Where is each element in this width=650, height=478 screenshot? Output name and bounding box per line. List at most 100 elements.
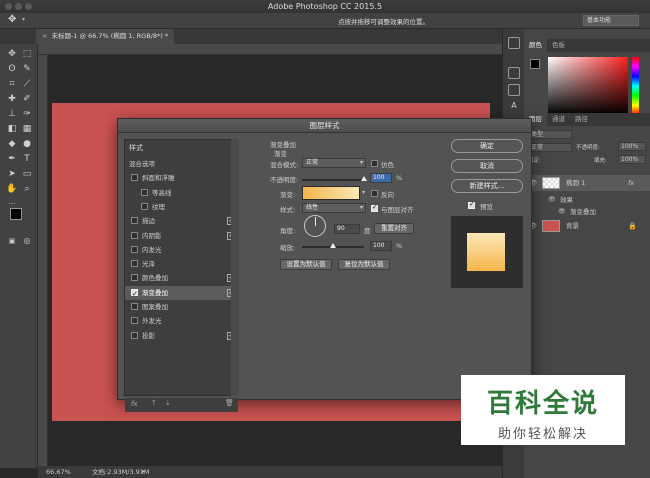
gradient-picker[interactable] <box>302 186 360 200</box>
move-tool-icon[interactable]: ✥ <box>8 14 16 25</box>
panel-foreground-swatch[interactable] <box>530 59 540 69</box>
default-colors-icon[interactable]: ▣ <box>5 234 19 248</box>
adjustments-icon[interactable] <box>508 84 520 96</box>
tab-paths[interactable]: 路径 <box>570 113 593 126</box>
style-item[interactable]: 图案叠加 <box>125 300 238 314</box>
reset-default-button[interactable]: 复位为默认值 <box>338 259 390 270</box>
zoom-window-button[interactable] <box>25 3 32 10</box>
character-icon[interactable]: A <box>508 101 520 113</box>
style-list-scrollbar[interactable] <box>231 139 239 396</box>
move-up-icon[interactable]: ⇡ <box>151 399 157 407</box>
style-item[interactable]: 颜色叠加+ <box>125 271 238 285</box>
style-item-checkbox[interactable] <box>141 202 148 210</box>
dodge-icon[interactable]: ● <box>20 137 34 151</box>
style-item[interactable]: 混合选项 <box>125 157 238 171</box>
style-item[interactable]: 描边+ <box>125 214 238 228</box>
style-select[interactable]: 线性 <box>302 203 366 213</box>
color-picker-field[interactable] <box>548 57 628 115</box>
shape-icon[interactable]: ▭ <box>20 167 34 181</box>
new-style-button[interactable]: 新建样式... <box>451 179 523 193</box>
style-item-checkbox[interactable] <box>131 317 138 325</box>
quick-mask-icon[interactable]: ◎ <box>20 234 34 248</box>
hue-slider[interactable] <box>632 57 639 115</box>
move-icon[interactable]: ✥ <box>5 47 19 61</box>
opacity-input[interactable]: 100 <box>370 173 392 183</box>
close-window-button[interactable] <box>5 3 12 10</box>
style-item[interactable]: 外发光 <box>125 314 238 328</box>
preview-checkbox[interactable] <box>468 200 475 209</box>
pen-icon[interactable]: ✒ <box>5 152 19 166</box>
history-icon[interactable] <box>508 37 520 49</box>
layer-blend-mode[interactable]: 正常 <box>528 143 572 152</box>
style-item-checkbox[interactable] <box>131 217 138 225</box>
style-item[interactable]: 内发光 <box>125 243 238 257</box>
tool-preset-chevron-icon[interactable]: ▾ <box>22 16 25 23</box>
style-item[interactable]: 内阴影+ <box>125 229 238 243</box>
angle-input[interactable]: 90 <box>334 224 360 234</box>
foreground-color-swatch[interactable] <box>10 208 22 220</box>
scale-slider-knob[interactable] <box>330 243 336 248</box>
properties-icon[interactable] <box>508 67 520 79</box>
dither-checkbox[interactable] <box>371 160 378 167</box>
tab-color[interactable]: 颜色 <box>524 39 547 52</box>
zoom-level[interactable]: 66.67% <box>46 466 71 478</box>
healing-brush-icon[interactable]: ✚ <box>5 92 19 106</box>
cancel-button[interactable]: 取消 <box>451 159 523 173</box>
crop-icon[interactable]: ⌗ <box>5 77 19 91</box>
style-item-checkbox[interactable] <box>131 331 138 339</box>
eyedropper-icon[interactable]: ⟋ <box>20 77 34 91</box>
style-item-checkbox[interactable] <box>131 260 138 268</box>
minimize-window-button[interactable] <box>15 3 22 10</box>
status-menu-chevron-icon[interactable]: ▸ <box>142 466 145 478</box>
style-item-checkbox[interactable] <box>131 245 138 253</box>
path-select-icon[interactable]: ➤ <box>5 167 19 181</box>
blur-icon[interactable]: ◆ <box>5 137 19 151</box>
fx-menu-icon[interactable]: fx <box>131 400 138 408</box>
style-item-checkbox[interactable] <box>131 231 138 239</box>
align-with-layer-checkbox[interactable] <box>371 203 378 212</box>
style-item-checkbox[interactable] <box>131 287 138 301</box>
gradient-dropdown-chevron-icon[interactable]: ▾ <box>362 189 365 196</box>
trash-icon[interactable]: 🗑 <box>225 399 234 407</box>
style-item[interactable]: 纹理 <box>125 200 238 214</box>
layer-row-ellipse[interactable]: 👁 椭圆 1 fx <box>524 175 650 191</box>
style-item-checkbox[interactable] <box>141 188 148 196</box>
style-item-checkbox[interactable] <box>131 303 138 310</box>
set-default-button[interactable]: 设置为默认值 <box>280 259 332 270</box>
close-icon[interactable]: × <box>42 32 47 40</box>
style-item[interactable]: 投影+ <box>125 329 238 343</box>
tab-channels[interactable]: 通道 <box>547 113 570 126</box>
style-item-checkbox[interactable] <box>131 274 138 282</box>
eraser-icon[interactable]: ◧ <box>5 122 19 136</box>
blend-mode-select[interactable]: 正常 <box>302 158 366 168</box>
layer-row-background[interactable]: 👁 背景 🔒 <box>524 218 650 234</box>
tab-swatches[interactable]: 色板 <box>547 39 570 52</box>
document-tab[interactable]: × 未标题-1 @ 66.7% (椭圆 1, RGB/8*) * <box>36 29 175 44</box>
brush-icon[interactable]: ✐ <box>20 92 34 106</box>
style-item-checkbox[interactable] <box>131 174 138 182</box>
layer-fill-input[interactable]: 100% <box>618 155 646 164</box>
style-item[interactable]: 渐变叠加+ <box>125 285 238 301</box>
lasso-icon[interactable]: ʘ <box>5 62 19 76</box>
ok-button[interactable]: 确定 <box>451 139 523 153</box>
type-icon[interactable]: T <box>20 152 34 166</box>
layer-kind-filter[interactable]: 类型 <box>528 130 572 139</box>
style-item[interactable]: 等高线 <box>125 186 238 200</box>
workspace-select[interactable]: 基本功能 <box>583 15 639 26</box>
gradient-icon[interactable]: ▦ <box>20 122 34 136</box>
hand-icon[interactable]: ✋ <box>5 182 19 196</box>
reverse-checkbox[interactable] <box>371 190 378 197</box>
layer-opacity-input[interactable]: 100% <box>618 142 646 151</box>
history-brush-icon[interactable]: ✑ <box>20 107 34 121</box>
zoom-icon[interactable]: ⌕ <box>20 182 34 196</box>
move-down-icon[interactable]: ⇣ <box>165 399 171 407</box>
scale-input[interactable]: 100 <box>370 241 392 251</box>
stamp-icon[interactable]: ⊥ <box>5 107 19 121</box>
style-item[interactable]: 光泽 <box>125 257 238 271</box>
opacity-slider[interactable] <box>302 179 364 181</box>
fx-icon[interactable]: fx <box>628 175 634 191</box>
style-item[interactable]: 斜面和浮雕 <box>125 171 238 185</box>
quick-select-icon[interactable]: ✎ <box>20 62 34 76</box>
reset-alignment-button[interactable]: 重置对齐 <box>374 223 414 234</box>
marquee-icon[interactable]: ⬚ <box>20 47 34 61</box>
